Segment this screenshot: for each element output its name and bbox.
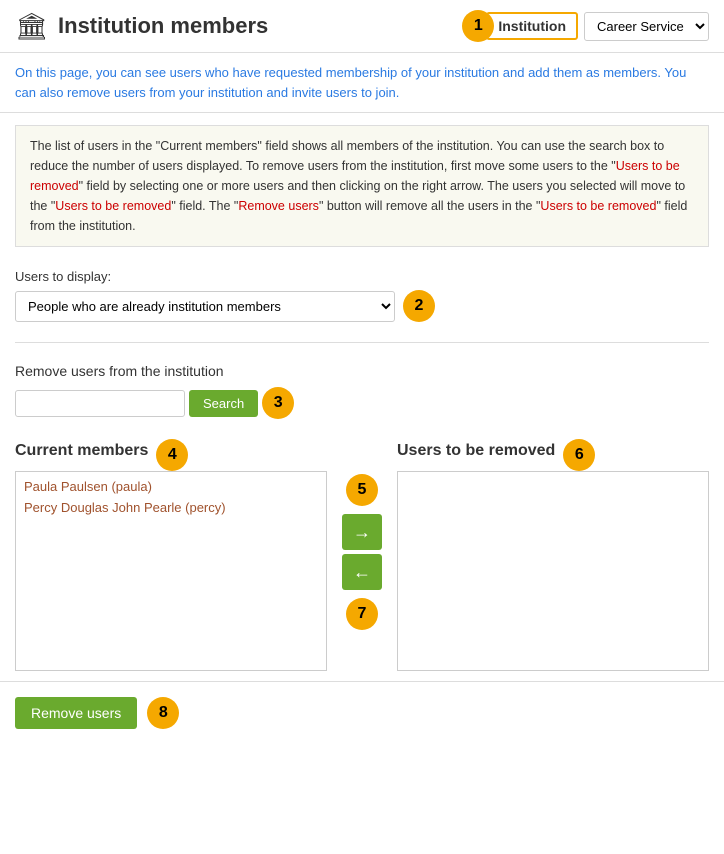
- move-left-button[interactable]: ←: [342, 554, 382, 590]
- highlight-removed: Users to be removed: [30, 159, 680, 193]
- highlight-remove-btn: Remove users: [238, 199, 319, 213]
- page-title: Institution members: [58, 13, 268, 39]
- highlight-removed-3: Users to be removed: [540, 199, 656, 213]
- current-members-header: Current members 4: [15, 439, 327, 471]
- institution-label: Institution: [486, 12, 578, 40]
- current-members-title: Current members: [15, 442, 148, 460]
- career-service-select[interactable]: Career Service: [584, 12, 709, 41]
- users-to-remove-listbox[interactable]: [397, 471, 709, 671]
- users-to-remove-header: Users to be removed 6: [397, 439, 709, 471]
- list-item[interactable]: Paula Paulsen (paula): [20, 476, 322, 497]
- step-8-circle: 8: [147, 697, 179, 729]
- step-5-wrapper: 5: [346, 474, 378, 506]
- step-3-circle: 3: [262, 387, 294, 419]
- arrow-col: 5 → ← 7: [337, 439, 387, 630]
- divider-1: [15, 342, 709, 343]
- list-item[interactable]: Percy Douglas John Pearle (percy): [20, 497, 322, 518]
- members-layout: Current members 4 Paula Paulsen (paula) …: [0, 429, 724, 681]
- remove-users-button[interactable]: Remove users: [15, 697, 137, 729]
- step-7-circle: 7: [346, 598, 378, 630]
- users-to-remove-col: Users to be removed 6: [397, 439, 709, 671]
- users-display-label: Users to display:: [15, 269, 709, 284]
- footer-section: Remove users 8: [0, 681, 724, 744]
- current-members-listbox[interactable]: Paula Paulsen (paula) Percy Douglas John…: [15, 471, 327, 671]
- users-to-remove-title: Users to be removed: [397, 442, 555, 460]
- search-row: Search 3: [15, 387, 709, 419]
- page-header: 🏛 Institution members 1 Institution Care…: [0, 0, 724, 53]
- info-bar: On this page, you can see users who have…: [0, 53, 724, 113]
- step-2-circle: 2: [403, 290, 435, 322]
- dropdown-row: People who are already institution membe…: [15, 290, 709, 322]
- header-title-group: 🏛 Institution members: [15, 11, 462, 42]
- info-box-text: The list of users in the "Current member…: [30, 139, 687, 233]
- remove-section-title: Remove users from the institution: [15, 363, 709, 379]
- users-display-section: Users to display: People who are already…: [0, 259, 724, 332]
- institution-badge: 1 Institution Career Service: [462, 10, 709, 42]
- step-1-badge: 1 Institution: [462, 10, 578, 42]
- step-4-circle: 4: [156, 439, 188, 471]
- move-right-button[interactable]: →: [342, 514, 382, 550]
- step-5-circle: 5: [346, 474, 378, 506]
- search-button[interactable]: Search: [189, 390, 258, 417]
- info-bar-text: On this page, you can see users who have…: [15, 65, 686, 100]
- remove-section: Remove users from the institution Search…: [0, 353, 724, 429]
- footer-row: Remove users 8: [15, 697, 709, 729]
- current-members-col: Current members 4 Paula Paulsen (paula) …: [15, 439, 327, 671]
- users-display-select[interactable]: People who are already institution membe…: [15, 291, 395, 322]
- highlight-removed-2: Users to be removed: [55, 199, 171, 213]
- step-6-circle: 6: [563, 439, 595, 471]
- info-box: The list of users in the "Current member…: [15, 125, 709, 247]
- search-input[interactable]: [15, 390, 185, 417]
- institution-icon: 🏛: [15, 11, 48, 42]
